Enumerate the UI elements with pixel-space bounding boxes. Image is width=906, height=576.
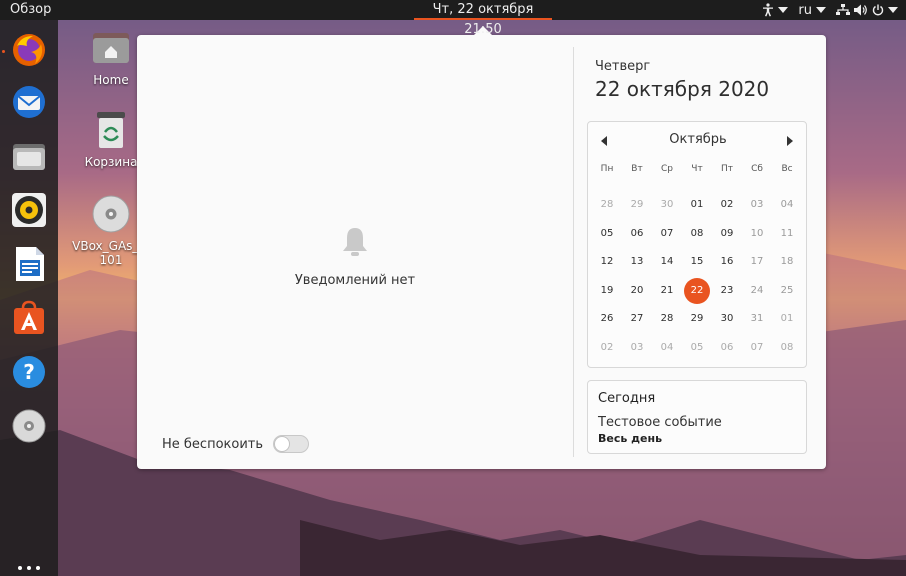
next-month-button[interactable] xyxy=(787,136,793,146)
calendar-day[interactable]: 04 xyxy=(774,192,800,218)
calendar-day[interactable]: 15 xyxy=(684,249,710,275)
optical-disc-icon xyxy=(92,195,130,233)
libreoffice-writer-icon[interactable] xyxy=(11,246,47,282)
calendar-day[interactable]: 05 xyxy=(684,335,710,361)
activities-button[interactable]: Обзор xyxy=(10,2,51,17)
calendar-day[interactable]: 23 xyxy=(714,278,740,304)
calendar-day[interactable]: 01 xyxy=(774,306,800,332)
full-date-label: 22 октября 2020 xyxy=(595,77,770,101)
calendar-day[interactable]: 28 xyxy=(594,192,620,218)
calendar-day[interactable]: 13 xyxy=(624,249,650,275)
calendar-day[interactable]: 30 xyxy=(714,306,740,332)
calendar-day[interactable]: 29 xyxy=(624,192,650,218)
ubuntu-software-icon[interactable] xyxy=(11,300,47,336)
do-not-disturb-toggle[interactable] xyxy=(273,435,310,453)
calendar-day[interactable]: 25 xyxy=(774,278,800,304)
calendar-day[interactable]: 31 xyxy=(744,306,770,332)
dock: ? xyxy=(0,20,58,576)
language-menu[interactable]: ru xyxy=(798,3,826,18)
system-tray: ru xyxy=(762,0,898,20)
language-label: ru xyxy=(798,2,812,18)
calendar-day[interactable]: 11 xyxy=(774,221,800,247)
calendar-day[interactable]: 05 xyxy=(594,221,620,247)
calendar-day[interactable]: 06 xyxy=(714,335,740,361)
running-indicator xyxy=(2,50,5,53)
top-bar: Обзор Чт, 22 октября 21:50 ru xyxy=(0,0,906,37)
calendar-day[interactable]: 09 xyxy=(714,221,740,247)
weekday-label: Четверг xyxy=(595,59,651,74)
calendar-day[interactable]: 10 xyxy=(744,221,770,247)
calendar-day[interactable]: 07 xyxy=(744,335,770,361)
power-icon xyxy=(872,4,884,16)
bell-icon xyxy=(343,228,367,256)
home-folder-icon xyxy=(93,33,129,63)
firefox-icon[interactable] xyxy=(11,32,47,68)
calendar-day[interactable]: 27 xyxy=(624,306,650,332)
chevron-down-icon xyxy=(816,7,826,13)
calendar-day[interactable]: 30 xyxy=(654,192,680,218)
clock-button[interactable]: Чт, 22 октября 21:50 xyxy=(414,0,552,37)
svg-text:?: ? xyxy=(23,360,35,384)
calendar-day[interactable]: 29 xyxy=(684,306,710,332)
calendar-day[interactable]: 06 xyxy=(624,221,650,247)
popover-divider xyxy=(573,47,574,457)
datetime-popover: Уведомлений нет Не беспокоить Четверг 22… xyxy=(137,26,826,469)
optical-disc-icon[interactable] xyxy=(11,408,47,444)
events-heading: Сегодня xyxy=(598,391,656,406)
notifications-empty-state: Уведомлений нет xyxy=(137,225,573,288)
calendar-month-label: Октябрь xyxy=(669,132,727,147)
trash-icon xyxy=(97,112,125,148)
calendar-day[interactable]: 18 xyxy=(774,249,800,275)
help-icon[interactable]: ? xyxy=(11,354,47,390)
calendar-day[interactable]: 08 xyxy=(684,221,710,247)
day-of-week-header: Вс xyxy=(781,164,793,174)
day-of-week-header: Сб xyxy=(751,164,763,174)
day-of-week-header: Вт xyxy=(631,164,643,174)
network-icon xyxy=(836,4,850,15)
calendar-day[interactable]: 08 xyxy=(774,335,800,361)
day-of-week-header: Пт xyxy=(720,164,733,174)
calendar-day[interactable]: 16 xyxy=(714,249,740,275)
system-menu[interactable] xyxy=(836,4,898,16)
chevron-down-icon xyxy=(778,7,789,13)
show-applications-button[interactable] xyxy=(18,566,40,570)
calendar-day[interactable]: 28 xyxy=(654,306,680,332)
calendar-day[interactable]: 20 xyxy=(624,278,650,304)
day-of-week-header: Ср xyxy=(661,164,673,174)
calendar-day[interactable]: 14 xyxy=(654,249,680,275)
calendar-widget: Октябрь Пн Вт Ср Чт Пт Сб Вс 28 29 30 01 02 03 04 05 06… xyxy=(587,121,807,368)
calendar-day[interactable]: 03 xyxy=(744,192,770,218)
calendar-day[interactable]: 03 xyxy=(624,335,650,361)
accessibility-menu[interactable] xyxy=(762,3,789,17)
accessibility-icon xyxy=(763,3,774,17)
day-of-week-header: Пн xyxy=(600,164,614,174)
event-time: Весь день xyxy=(598,432,663,445)
day-of-week-header: Чт xyxy=(691,164,703,174)
events-section[interactable]: Сегодня Тестовое событие Весь день xyxy=(587,380,807,454)
rhythmbox-icon[interactable] xyxy=(11,192,47,228)
calendar-day[interactable]: 01 xyxy=(684,192,710,218)
calendar-day[interactable]: 02 xyxy=(594,335,620,361)
files-icon[interactable] xyxy=(11,138,47,174)
volume-icon xyxy=(854,4,867,16)
calendar-day[interactable]: 07 xyxy=(654,221,680,247)
calendar-day[interactable]: 02 xyxy=(714,192,740,218)
do-not-disturb-row: Не беспокоить xyxy=(162,435,310,453)
thunderbird-icon[interactable] xyxy=(11,84,47,120)
calendar-day[interactable]: 12 xyxy=(594,249,620,275)
calendar-day[interactable]: 04 xyxy=(654,335,680,361)
calendar-day[interactable]: 22 xyxy=(684,277,710,304)
calendar-day[interactable]: 24 xyxy=(744,278,770,304)
do-not-disturb-label: Не беспокоить xyxy=(162,436,264,452)
calendar-day[interactable]: 21 xyxy=(654,278,680,304)
chevron-down-icon xyxy=(888,7,898,13)
calendar-day[interactable]: 26 xyxy=(594,306,620,332)
event-title: Тестовое событие xyxy=(598,415,722,430)
calendar-day[interactable]: 19 xyxy=(594,278,620,304)
calendar-day[interactable]: 17 xyxy=(744,249,770,275)
notifications-empty-label: Уведомлений нет xyxy=(294,273,416,288)
